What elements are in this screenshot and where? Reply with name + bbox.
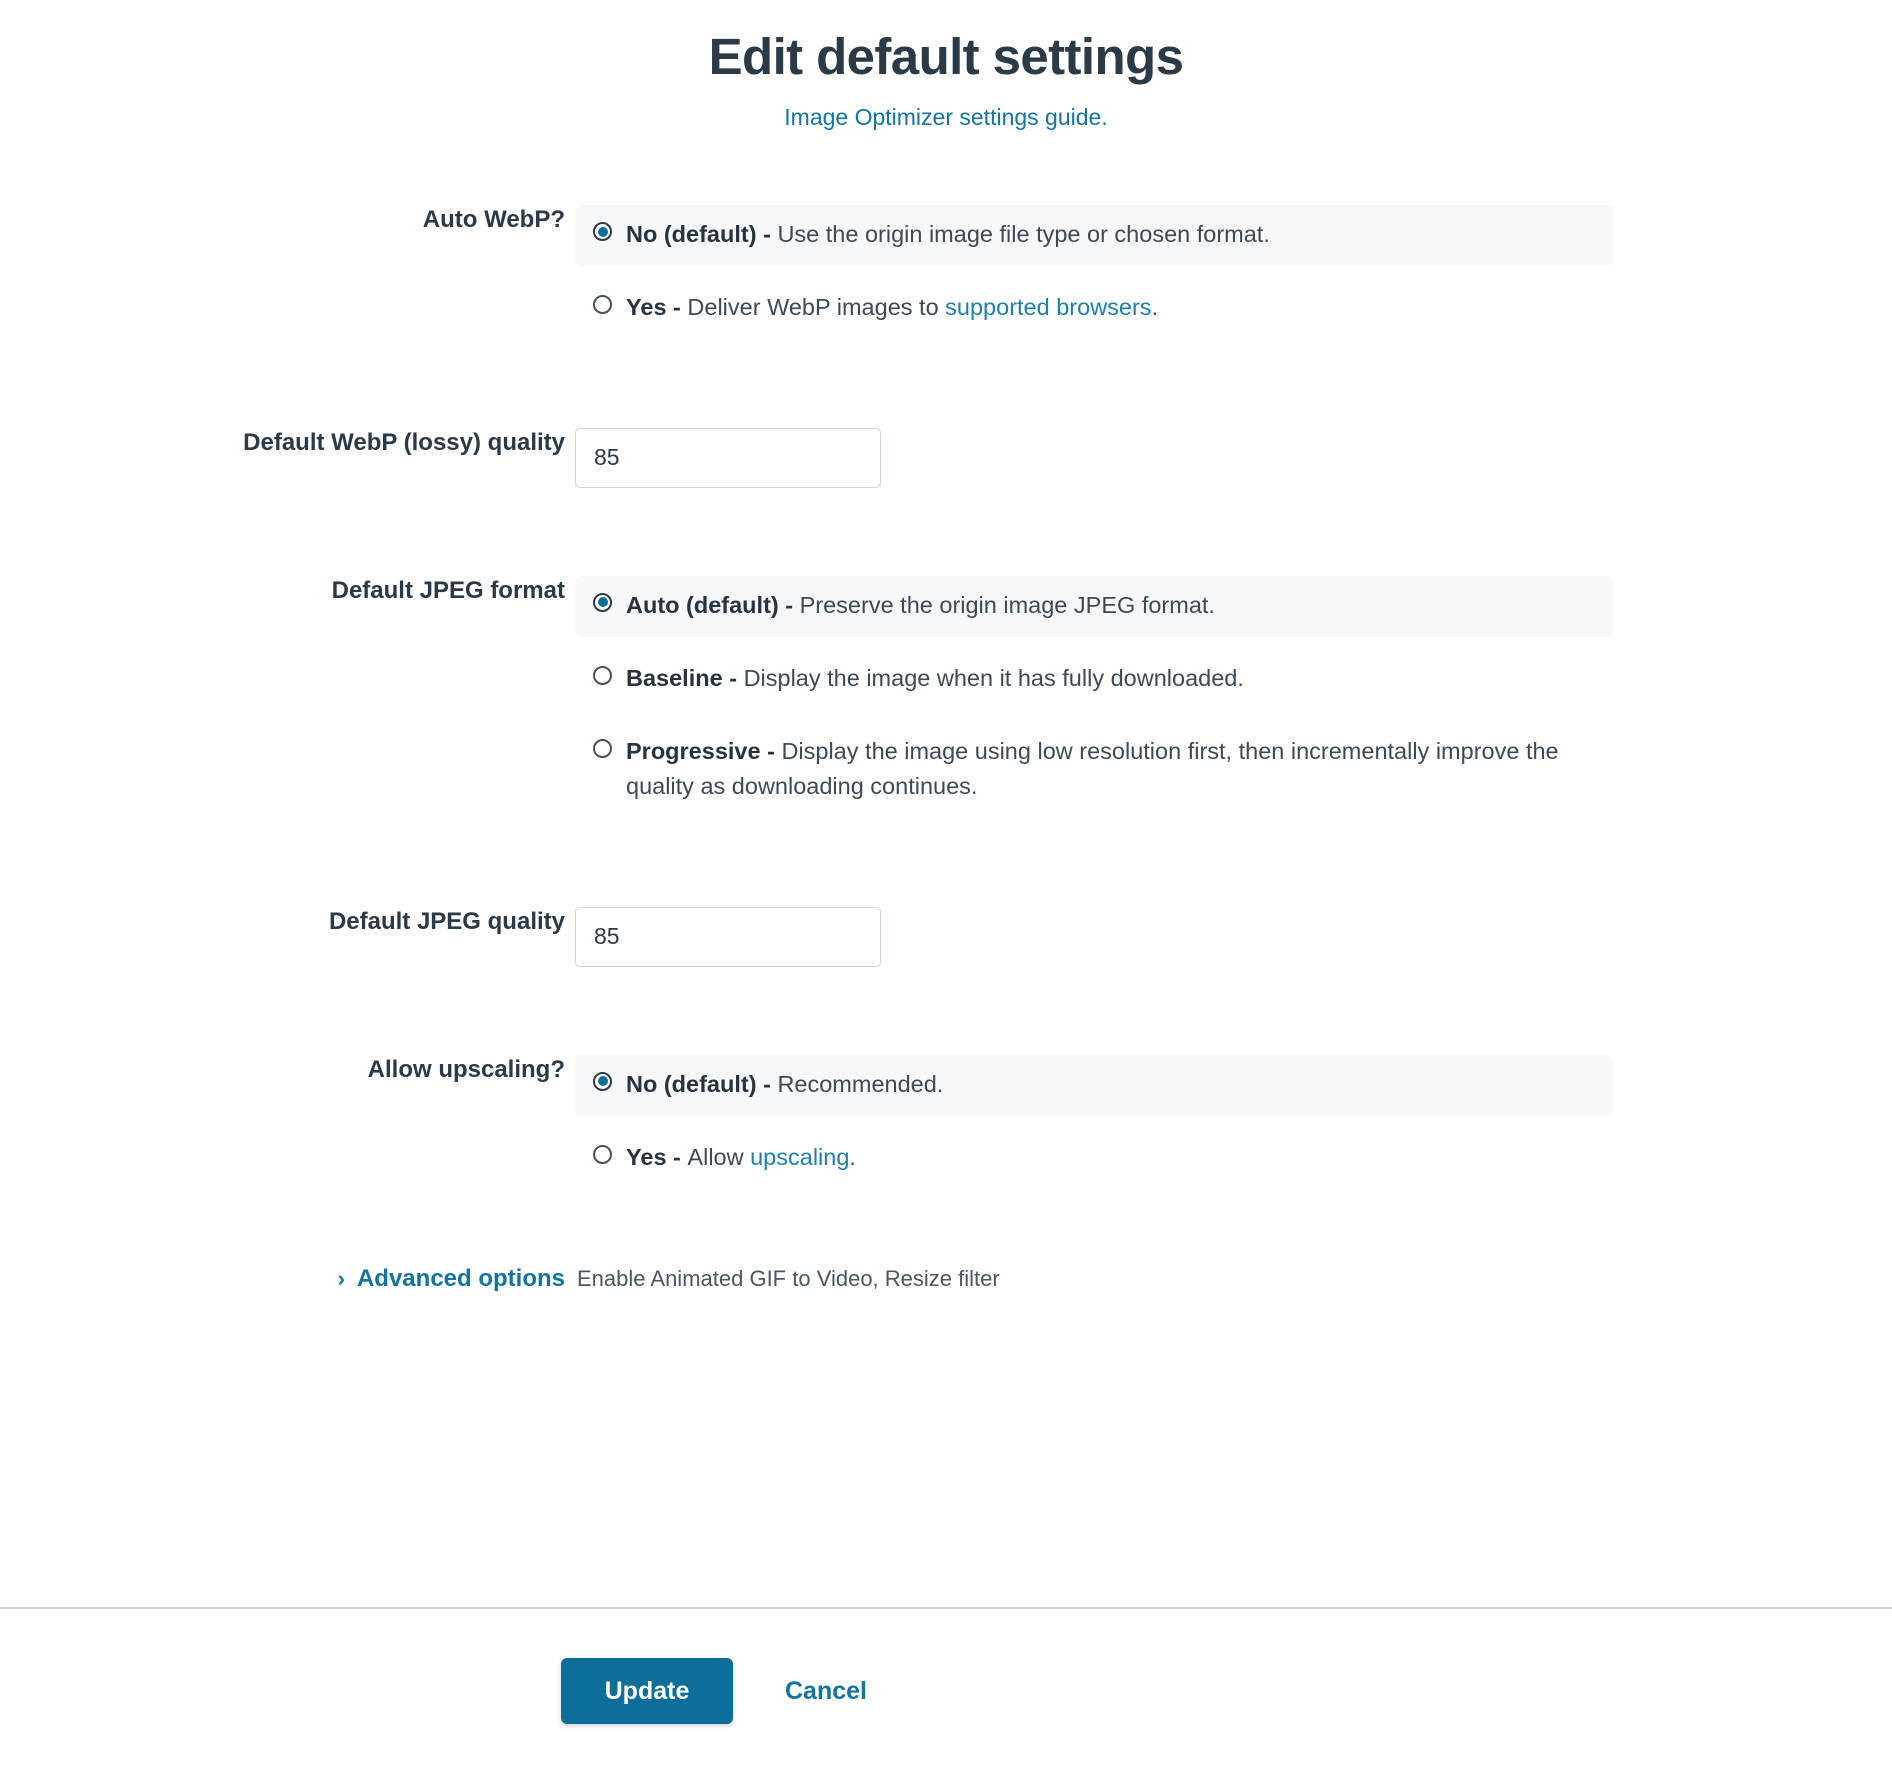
advanced-options-label: Advanced options (356, 1265, 565, 1293)
jpeg-quality-input[interactable] (575, 906, 881, 967)
radio-group-allow-upscaling: No (default) - Recommended. Yes - Allow … (565, 1054, 1892, 1190)
radio-option-auto-webp-yes[interactable]: Yes - Deliver WebP images to supported b… (575, 278, 1613, 339)
settings-form: Auto WebP? No (default) - Use the origin… (0, 205, 1892, 1294)
option-description: Allow (687, 1143, 751, 1170)
option-description: Use the origin image file type or chosen… (777, 221, 1270, 248)
field-label-webp-quality: Default WebP (lossy) quality (243, 428, 565, 456)
field-control-auto-webp: No (default) - Use the origin image file… (565, 205, 1892, 340)
page-title: Edit default settings (708, 28, 1184, 85)
option-strong: Baseline (626, 664, 723, 691)
field-label-allow-upscaling: Allow upscaling? (367, 1055, 565, 1083)
radio-option-label: Yes - Allow upscaling. (626, 1140, 856, 1175)
option-dash: - (778, 591, 800, 618)
radio-icon-selected[interactable] (593, 592, 612, 612)
radio-group-auto-webp: No (default) - Use the origin image file… (565, 205, 1892, 340)
advanced-options-summary: Enable Animated GIF to Video, Resize fil… (577, 1266, 1000, 1292)
supported-browsers-link[interactable]: supported browsers (945, 294, 1151, 320)
field-control-allow-upscaling: No (default) - Recommended. Yes - Allow … (565, 1054, 1892, 1190)
radio-option-upscaling-no[interactable]: No (default) - Recommended. (575, 1054, 1613, 1116)
radio-option-upscaling-yes[interactable]: Yes - Allow upscaling. (575, 1128, 1613, 1189)
radio-option-auto-webp-no[interactable]: No (default) - Use the origin image file… (575, 205, 1613, 267)
radio-option-label: No (default) - Recommended. (626, 1067, 943, 1102)
option-strong: Progressive (626, 738, 761, 765)
option-strong: No (default) (626, 221, 757, 248)
radio-option-label: Progressive - Display the image using lo… (626, 734, 1586, 805)
page-header: Edit default settings Image Optimizer se… (0, 0, 1892, 133)
field-label-jpeg-quality: Default JPEG quality (328, 907, 565, 935)
footer-divider (0, 1607, 1892, 1609)
field-jpeg-format: Default JPEG format Auto (default) - Pre… (0, 575, 1892, 819)
footer-actions: Update Cancel (561, 1658, 867, 1724)
radio-option-jpeg-progressive[interactable]: Progressive - Display the image using lo… (575, 722, 1613, 819)
option-tail: . (1151, 294, 1159, 321)
advanced-options-toggle[interactable]: › Advanced options (0, 1265, 565, 1293)
radio-icon-selected[interactable] (593, 1071, 612, 1091)
settings-guide-link[interactable]: Image Optimizer settings guide. (0, 103, 1892, 133)
radio-option-jpeg-auto[interactable]: Auto (default) - Preserve the origin ima… (575, 575, 1613, 637)
cancel-button[interactable]: Cancel (785, 1677, 867, 1706)
update-button[interactable]: Update (561, 1658, 733, 1724)
field-control-webp-quality (565, 427, 1892, 488)
option-description: Deliver WebP images to (687, 294, 946, 321)
option-dash: - (760, 738, 782, 765)
option-dash: - (722, 664, 744, 691)
radio-group-jpeg-format: Auto (default) - Preserve the origin ima… (565, 575, 1892, 819)
option-strong: Yes (626, 294, 667, 321)
field-auto-webp: Auto WebP? No (default) - Use the origin… (0, 205, 1892, 340)
option-description: Recommended. (777, 1070, 944, 1097)
upscaling-link[interactable]: upscaling (750, 1144, 849, 1170)
field-control-jpeg-quality (565, 906, 1892, 967)
field-label-jpeg-format: Default JPEG format (331, 576, 565, 604)
radio-icon-unselected[interactable] (593, 295, 612, 315)
field-control-jpeg-format: Auto (default) - Preserve the origin ima… (565, 575, 1892, 819)
radio-icon-selected[interactable] (593, 222, 612, 242)
radio-option-jpeg-baseline[interactable]: Baseline - Display the image when it has… (575, 649, 1613, 710)
webp-quality-input[interactable] (575, 427, 881, 488)
field-jpeg-quality: Default JPEG quality (0, 906, 1892, 967)
option-dash: - (756, 221, 778, 248)
option-description: Preserve the origin image JPEG format. (799, 591, 1215, 618)
option-description: Display the image when it has fully down… (743, 664, 1244, 691)
option-tail: . (849, 1143, 856, 1170)
option-strong: Auto (default) (626, 591, 779, 618)
option-strong: Yes (626, 1143, 667, 1170)
radio-icon-unselected[interactable] (593, 1144, 612, 1164)
radio-option-label: Baseline - Display the image when it has… (626, 661, 1244, 696)
radio-icon-unselected[interactable] (593, 739, 612, 759)
radio-icon-unselected[interactable] (593, 665, 612, 685)
option-dash: - (756, 1070, 778, 1097)
option-dash: - (666, 1143, 688, 1170)
field-allow-upscaling: Allow upscaling? No (default) - Recommen… (0, 1054, 1892, 1190)
radio-option-label: Yes - Deliver WebP images to supported b… (626, 290, 1158, 325)
advanced-options-row: › Advanced options Enable Animated GIF t… (0, 1265, 1892, 1294)
field-label-auto-webp: Auto WebP? (422, 206, 565, 234)
option-strong: No (default) (626, 1070, 757, 1097)
option-dash: - (666, 294, 688, 321)
radio-option-label: Auto (default) - Preserve the origin ima… (626, 588, 1215, 623)
radio-option-label: No (default) - Use the origin image file… (626, 217, 1270, 252)
field-webp-quality: Default WebP (lossy) quality (0, 427, 1892, 488)
chevron-right-icon: › (337, 1266, 345, 1292)
